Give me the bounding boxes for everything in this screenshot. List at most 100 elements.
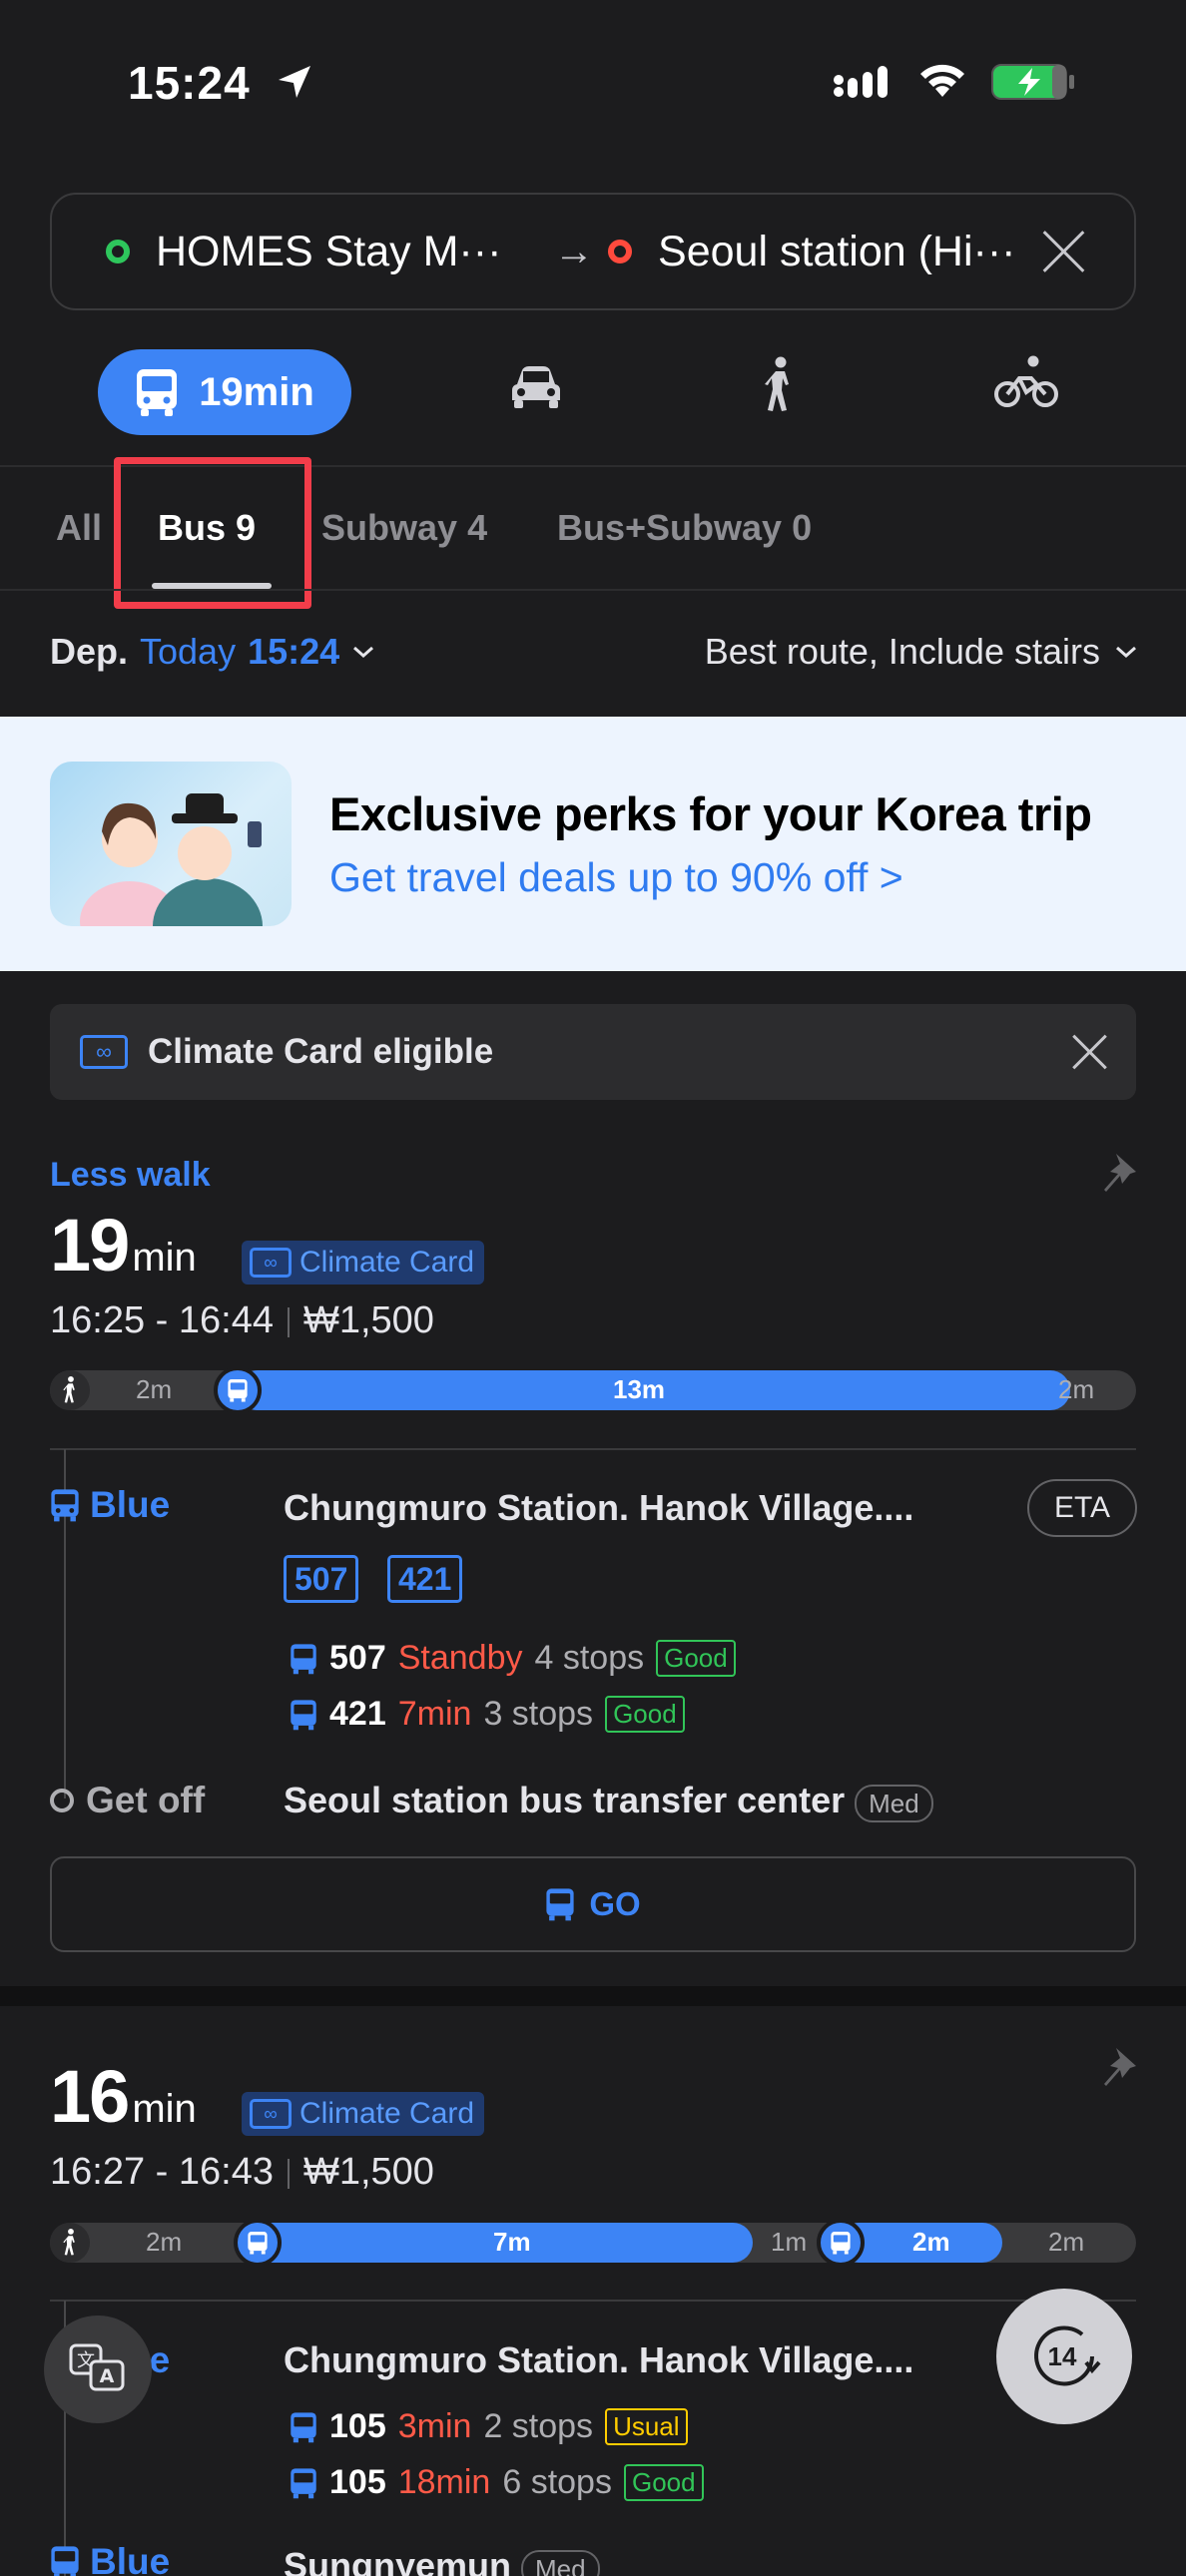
cellular-signal-icon	[834, 66, 888, 98]
status-bar: 15:24	[0, 0, 1186, 170]
close-icon[interactable]	[1072, 1035, 1106, 1069]
wifi-icon	[920, 64, 964, 97]
walk-icon	[50, 1370, 90, 1410]
eta-button[interactable]: ETA	[1027, 1479, 1137, 1537]
departure-row: Dep. Today 15:24 Best route, Include sta…	[50, 631, 1138, 673]
chevron-down-icon	[353, 646, 374, 659]
climate-card-badge: Climate Card	[242, 2092, 485, 2136]
promo-title: Exclusive perks for your Korea trip	[329, 787, 1092, 840]
climate-card-badge: Climate Card	[242, 1241, 485, 1285]
promo-link[interactable]: Get travel deals up to 90% off >	[329, 854, 903, 901]
location-arrow-icon	[279, 66, 310, 98]
divider	[50, 1448, 1136, 1450]
timeline-walk-duration: 1m	[771, 2227, 808, 2257]
destination-dot-icon	[608, 240, 633, 263]
bus-icon	[817, 2219, 865, 2267]
transport-mode-selector: 19min	[0, 344, 1186, 439]
route-time-fare: 16:25 - 16:44 ₩1,500	[50, 1299, 434, 1341]
transit-time: 19min	[199, 369, 314, 414]
climate-card-icon	[80, 1035, 128, 1069]
route-arrow-icon: →	[554, 229, 595, 273]
timeline-walk-duration: 2m	[136, 1374, 173, 1404]
crowd-badge: Good	[605, 1696, 685, 1733]
origin-text[interactable]: HOMES Stay M···	[156, 228, 544, 276]
tab-highlight-box	[114, 457, 311, 609]
tab-all[interactable]: All	[56, 507, 102, 549]
bus-icon	[234, 2219, 282, 2267]
divider	[50, 2300, 1136, 2302]
pin-icon[interactable]	[1102, 1150, 1142, 1198]
alighting-stop[interactable]: Seoul station bus transfer center Med	[284, 1780, 933, 1822]
status-indicators	[833, 62, 1076, 102]
bus-icon	[546, 1888, 574, 1921]
transfer-stop[interactable]: Sungnyemun Med	[284, 2545, 600, 2576]
bus-icon	[291, 2411, 316, 2442]
bus-icon	[51, 2546, 79, 2576]
departure-time-selector[interactable]: Dep. Today 15:24	[50, 631, 375, 673]
crowd-badge: Good	[656, 1640, 736, 1677]
departure-day: Today	[140, 631, 237, 672]
bus-arrival-row[interactable]: 105 18min 6 stops Good	[290, 2463, 704, 2502]
time-shift-button[interactable]: 14	[996, 2289, 1132, 2424]
destination-text[interactable]: Seoul station (Hi···	[658, 228, 1041, 276]
route-timeline: 2m 7m 1m 2m 2m	[50, 2219, 1136, 2267]
climate-card-icon	[250, 1248, 292, 1278]
bus-icon	[291, 1699, 316, 1730]
car-icon[interactable]	[509, 362, 563, 410]
battery-charging-icon	[991, 64, 1074, 100]
chevron-down-icon	[1116, 646, 1136, 659]
promo-banner[interactable]: Exclusive perks for your Korea trip Get …	[0, 717, 1186, 971]
bike-icon[interactable]	[993, 354, 1059, 410]
time-shift-icon: 14	[1034, 2325, 1101, 2386]
status-time: 15:24	[128, 57, 251, 109]
route-time-fare: 16:27 - 16:43 ₩1,500	[50, 2151, 434, 2193]
climate-card-banner: Climate Card eligible	[50, 1004, 1136, 1100]
crowd-badge: Usual	[605, 2408, 688, 2445]
climate-card-label: Climate Card eligible	[148, 1032, 494, 1071]
section-separator	[0, 1986, 1186, 2006]
translate-icon: 文 A	[69, 2343, 125, 2391]
stop-ring-icon	[50, 1789, 74, 1812]
go-button[interactable]: GO	[50, 1856, 1136, 1952]
bus-route-chip[interactable]: 421	[387, 1555, 463, 1603]
time-shift-value: 14	[1048, 2341, 1077, 2371]
get-off-label: Get off	[50, 1780, 205, 1821]
timeline-bus-duration: 13m	[613, 1374, 666, 1404]
bus-icon	[137, 369, 178, 416]
route-summary[interactable]: HOMES Stay M··· → Seoul station (Hi···	[50, 193, 1136, 310]
pin-icon[interactable]	[1102, 2044, 1142, 2092]
route-timeline: 2m 13m 2m	[50, 1366, 1136, 1414]
route-options-selector[interactable]: Best route, Include stairs	[705, 631, 1138, 673]
crowd-badge: Good	[623, 2464, 704, 2501]
crowd-badge: Med	[521, 2550, 600, 2576]
boarding-stop[interactable]: Chungmuro Station. Hanok Village....	[284, 2339, 913, 2381]
divider	[0, 589, 1186, 591]
bus-arrival-row[interactable]: 105 3min 2 stops Usual	[290, 2407, 688, 2446]
timeline-walk-duration: 2m	[1048, 2227, 1085, 2257]
promo-image	[50, 762, 292, 926]
timeline-walk-duration: 2m	[146, 2227, 183, 2257]
bus-route-chip[interactable]: 507	[284, 1555, 359, 1603]
boarding-stop[interactable]: Chungmuro Station. Hanok Village....	[284, 1487, 913, 1529]
route-tag: Less walk	[50, 1156, 211, 1194]
walk-icon[interactable]	[759, 356, 799, 414]
svg-text:A: A	[100, 2365, 115, 2387]
crowd-badge: Med	[855, 1785, 933, 1822]
mode-transit-button[interactable]: 19min	[98, 349, 351, 435]
bus-arrival-row[interactable]: 507 Standby 4 stops Good	[290, 1639, 736, 1678]
bus-icon	[51, 1489, 79, 1522]
bus-icon	[291, 1643, 316, 1674]
translate-button[interactable]: 文 A	[44, 2316, 152, 2423]
bus-arrival-row[interactable]: 421 7min 3 stops Good	[290, 1695, 685, 1734]
departure-prefix: Dep.	[50, 631, 129, 672]
timeline-bus-duration: 2m	[912, 2227, 950, 2257]
departure-time: 15:24	[248, 631, 340, 672]
tab-bus-subway[interactable]: Bus+Subway 0	[557, 507, 812, 549]
tab-subway[interactable]: Subway 4	[321, 507, 487, 549]
timeline-walk-duration: 2m	[1058, 1374, 1095, 1404]
close-icon[interactable]	[1041, 230, 1084, 273]
route-duration: 16 min	[50, 2055, 197, 2138]
climate-card-icon	[250, 2099, 292, 2129]
route-options-label: Best route, Include stairs	[704, 631, 1100, 672]
origin-dot-icon	[106, 240, 130, 263]
